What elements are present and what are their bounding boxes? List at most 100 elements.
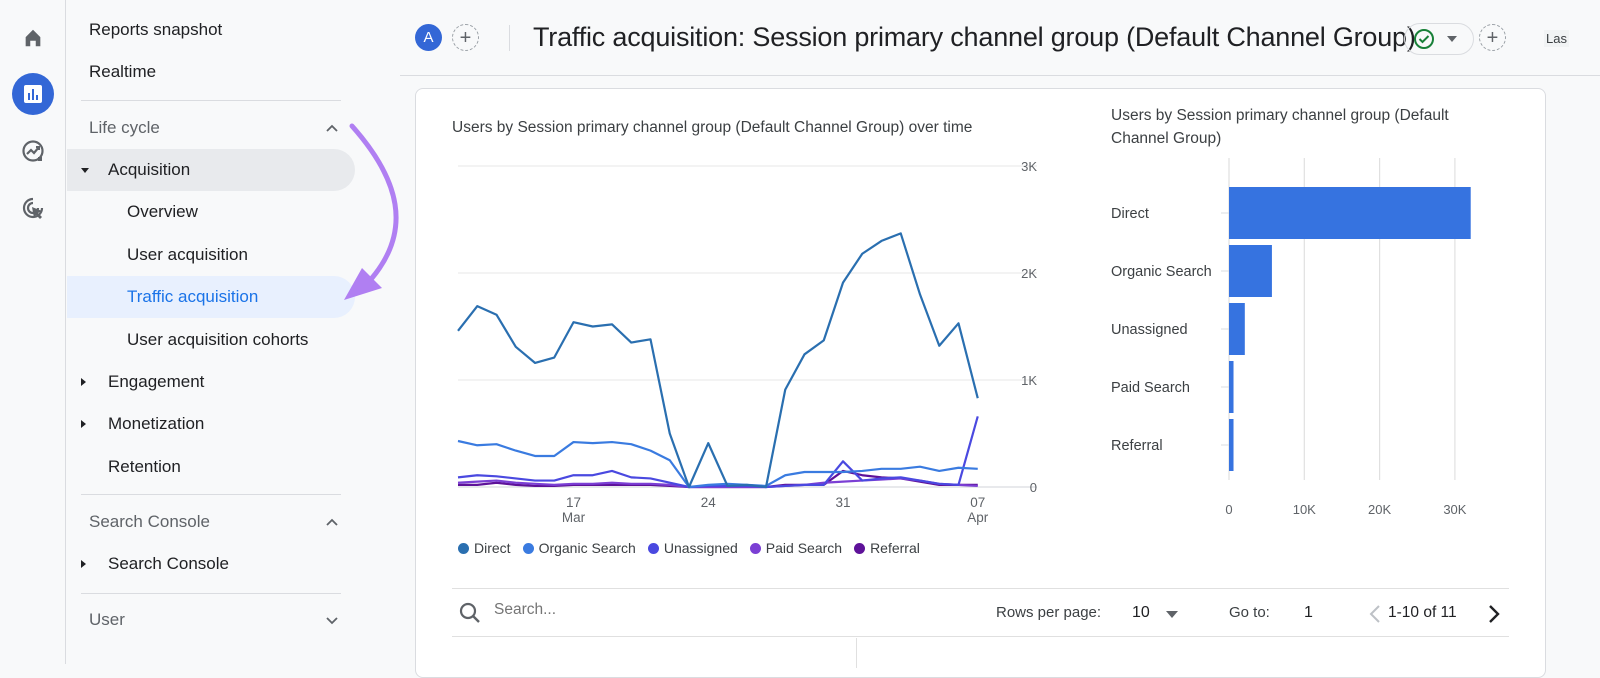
goto-page-input[interactable]: 1 [1304, 604, 1313, 622]
bar-chart: 0 10K 20K 30K Direct Organic Search Unassigned… [1111, 158, 1471, 517]
check-circle-icon [1414, 29, 1434, 49]
nav-overview[interactable]: Overview [67, 191, 355, 233]
nav-search-console[interactable]: Search Console [67, 543, 355, 585]
legend-item[interactable]: Direct [458, 540, 511, 556]
y-tick-label: 2K [1021, 266, 1037, 281]
advertising-button[interactable] [12, 187, 54, 229]
rows-per-page-label: Rows per page: [996, 604, 1102, 621]
home-button[interactable] [12, 17, 54, 59]
x-tick-label: 0 [1225, 502, 1232, 517]
nav-divider [81, 494, 341, 495]
line-chart: 0 1K 2K 3K 17Mar 24 31 07Apr [457, 159, 1037, 525]
nav-label: Retention [108, 457, 181, 476]
reports-button[interactable] [12, 73, 54, 115]
x-tick-label: 20K [1368, 502, 1391, 517]
category-label: Organic Search [1111, 264, 1212, 280]
chevron-left-icon[interactable] [1369, 604, 1381, 624]
nav-label: Realtime [89, 62, 157, 81]
nav-traffic-acquisition[interactable]: Traffic acquisition [67, 276, 355, 318]
caret-down-icon[interactable] [1166, 611, 1178, 618]
nav-label: User acquisition cohorts [127, 330, 309, 349]
reports-icon [24, 85, 42, 103]
nav-section-search-console[interactable]: Search Console [67, 501, 355, 543]
nav-section-life-cycle[interactable]: Life cycle [67, 107, 355, 149]
nav-engagement[interactable]: Engagement [67, 361, 355, 403]
nav-reports-snapshot[interactable]: Reports snapshot [67, 9, 355, 51]
table-search-input[interactable] [494, 601, 794, 619]
nav-label: Acquisition [108, 160, 191, 179]
nav-label: Traffic acquisition [127, 287, 259, 306]
legend-swatch [749, 542, 761, 554]
nav-retention[interactable]: Retention [67, 446, 355, 488]
comparison-avatar[interactable]: A [415, 24, 442, 51]
rows-per-page-select[interactable]: 10 [1132, 604, 1150, 622]
nav-user-acquisition[interactable]: User acquisition [67, 234, 355, 276]
x-tick-label: 07 [970, 495, 985, 510]
legend-item[interactable]: Referral [854, 540, 920, 556]
nav-label: User acquisition [127, 245, 248, 264]
legend-label: Direct [474, 540, 511, 556]
x-tick-sublabel: Mar [562, 510, 586, 525]
category-label: Paid Search [1111, 380, 1190, 396]
x-tick-sublabel: Apr [967, 510, 989, 525]
nav-acquisition[interactable]: Acquisition [67, 149, 355, 191]
bar-organic-search[interactable] [1229, 245, 1272, 297]
series-line-direct[interactable] [457, 232, 979, 489]
x-tick-label: 30K [1443, 502, 1466, 517]
bar-referral[interactable] [1229, 419, 1234, 471]
date-range-label[interactable]: Las [1544, 30, 1569, 47]
add-comparison-button[interactable]: + [452, 24, 479, 51]
bar-paid-search[interactable] [1229, 361, 1234, 413]
nav-section-user[interactable]: User [67, 599, 355, 641]
nav-label: Reports snapshot [89, 20, 223, 39]
caret-down-icon [81, 168, 89, 173]
legend-swatch [522, 542, 534, 554]
line-chart-title: Users by Session primary channel group (… [452, 119, 973, 136]
bar-chart-title: Users by Session primary channel group (… [1111, 107, 1449, 147]
nav-label: Overview [127, 202, 198, 221]
explore-icon [22, 140, 44, 162]
bar-unassigned[interactable] [1229, 303, 1245, 355]
legend-label: Paid Search [765, 540, 843, 556]
icon-rail [0, 0, 66, 664]
home-icon [25, 29, 41, 47]
annotation-arrow [344, 123, 399, 300]
legend-swatch [854, 542, 866, 554]
category-label: Referral [1111, 438, 1163, 454]
nav-label: Engagement [108, 372, 205, 391]
y-tick-label: 3K [1021, 159, 1037, 174]
advertising-icon [22, 197, 44, 219]
x-tick-label: 24 [701, 495, 717, 510]
legend-label: Organic Search [538, 540, 636, 556]
pagination-range: 1-10 of 11 [1388, 604, 1457, 621]
add-filter-button[interactable]: + [1479, 24, 1506, 51]
legend-item[interactable]: Unassigned [647, 540, 738, 556]
legend-item[interactable]: Organic Search [522, 540, 636, 556]
x-tick-label: 17 [566, 495, 581, 510]
y-tick-label: 0 [1030, 480, 1037, 495]
y-tick-label: 1K [1021, 373, 1037, 388]
chevron-right-icon[interactable] [1488, 604, 1500, 624]
status-dropdown[interactable] [1404, 23, 1474, 55]
report-navigation: Reports snapshot Realtime Life cycle Acq… [67, 0, 367, 664]
nav-label: Monetization [108, 414, 205, 433]
x-tick-label: 31 [835, 495, 850, 510]
nav-user-acquisition-cohorts[interactable]: User acquisition cohorts [67, 319, 355, 361]
category-label: Unassigned [1111, 322, 1188, 338]
caret-down-icon [1447, 36, 1457, 42]
caret-right-icon [81, 560, 86, 568]
report-header: A + Traffic acquisition: Session primary… [400, 0, 1600, 76]
legend-swatch [647, 542, 659, 554]
nav-realtime[interactable]: Realtime [67, 51, 355, 93]
nav-divider [81, 100, 341, 101]
plus-icon: + [1486, 26, 1499, 49]
chevron-up-icon [326, 518, 338, 526]
bar-direct[interactable] [1229, 187, 1471, 239]
legend-item[interactable]: Paid Search [749, 540, 843, 556]
line-chart-legend: Direct Organic Search Unassigned Paid Searc… [458, 540, 920, 556]
nav-monetization[interactable]: Monetization [67, 403, 355, 445]
series-line-unassigned[interactable] [457, 416, 979, 489]
explore-button[interactable] [12, 130, 54, 172]
nav-label: Search Console [108, 554, 229, 573]
legend-swatch [458, 542, 469, 554]
